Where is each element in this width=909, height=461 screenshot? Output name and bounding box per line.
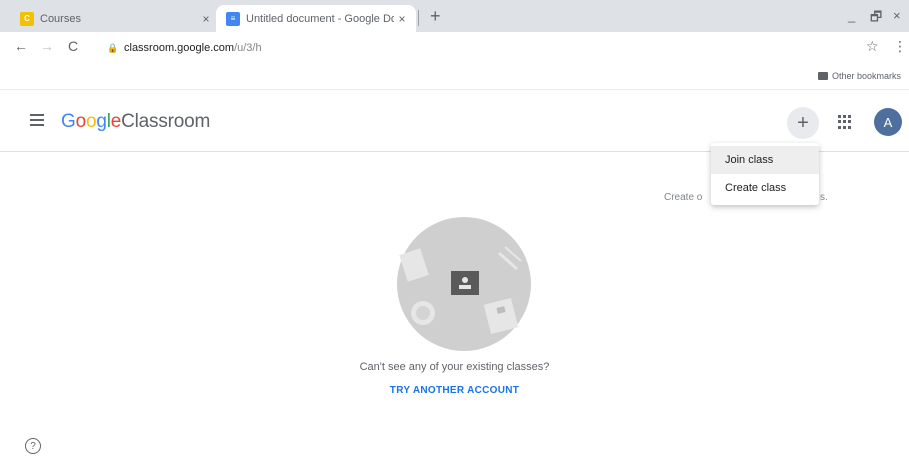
- empty-state-message: Can't see any of your existing classes?: [359, 361, 550, 373]
- help-icon[interactable]: ?: [25, 438, 41, 454]
- bookmarks-bar: Other bookmarks: [0, 64, 909, 90]
- google-classroom-logo[interactable]: GoogleClassroom: [61, 111, 210, 133]
- tab-strip: C Courses × ≡ Untitled document - Google…: [0, 0, 909, 32]
- close-tab-icon[interactable]: ×: [394, 12, 410, 26]
- account-avatar[interactable]: A: [874, 108, 902, 136]
- back-button[interactable]: ←: [14, 38, 28, 54]
- clock-face-icon: [416, 306, 430, 320]
- main-menu-icon[interactable]: [30, 114, 44, 129]
- classroom-favicon-icon: C: [20, 11, 34, 26]
- browser-menu-icon[interactable]: ⋮: [893, 38, 907, 55]
- create-hint-text: Create o: [664, 192, 703, 203]
- empty-classes-illustration: [397, 217, 531, 351]
- person-body-icon: [459, 285, 471, 289]
- reload-button[interactable]: C: [68, 38, 78, 54]
- address-bar[interactable]: 🔒 classroom.google.com /u/3/h: [107, 37, 848, 59]
- url-host: classroom.google.com: [124, 42, 235, 54]
- browser-toolbar: ← → C 🔒 classroom.google.com /u/3/h: [0, 32, 909, 64]
- url-path: /u/3/h: [234, 42, 262, 54]
- lock-icon: 🔒: [107, 42, 119, 53]
- create-or-join-button[interactable]: +: [787, 107, 819, 139]
- restore-button[interactable]: 🗗: [870, 8, 882, 30]
- tab-title: Courses: [40, 12, 81, 25]
- create-class-menu-item[interactable]: Create class: [711, 174, 819, 202]
- join-class-menu-item[interactable]: Join class: [711, 146, 819, 174]
- tab-divider: [418, 10, 419, 26]
- other-bookmarks-label: Other bookmarks: [831, 71, 901, 81]
- other-bookmarks[interactable]: Other bookmarks: [817, 71, 901, 81]
- forward-button[interactable]: →: [40, 38, 54, 54]
- tab-courses[interactable]: C Courses ×: [10, 5, 220, 32]
- tab-docs[interactable]: ≡ Untitled document - Google Docs ×: [216, 5, 416, 32]
- try-another-account-link[interactable]: TRY ANOTHER ACCOUNT: [0, 385, 909, 396]
- person-head-icon: [462, 277, 468, 283]
- new-tab-button[interactable]: +: [430, 6, 441, 27]
- tab-title: Untitled document - Google Docs: [246, 12, 394, 25]
- bookmark-star-icon[interactable]: ☆: [866, 38, 879, 55]
- close-tab-icon[interactable]: ×: [198, 12, 214, 26]
- docs-favicon-icon: ≡: [226, 11, 240, 26]
- folder-icon: [817, 72, 828, 80]
- window-close-button[interactable]: ×: [893, 8, 901, 23]
- google-apps-icon[interactable]: [838, 115, 852, 129]
- minimize-button[interactable]: _: [848, 8, 855, 23]
- create-hint-text-end: s.: [820, 192, 828, 203]
- product-name: Classroom: [121, 111, 211, 132]
- create-join-menu: Join class Create class: [711, 143, 819, 205]
